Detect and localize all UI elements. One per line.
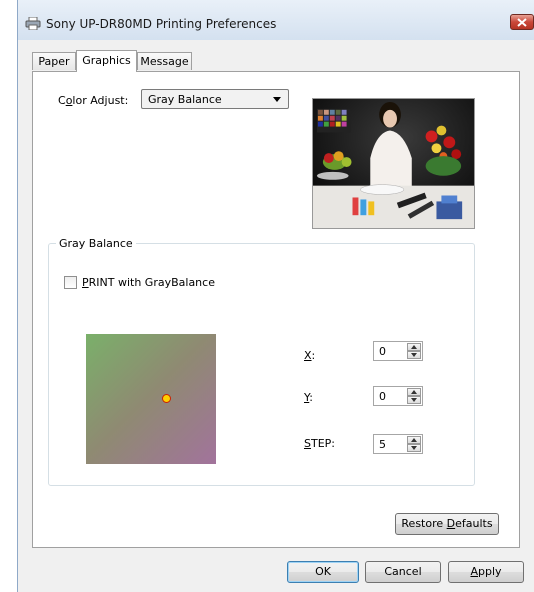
window-title: Sony UP-DR80MD Printing Preferences: [46, 17, 277, 31]
x-increment-button[interactable]: [407, 343, 421, 351]
y-label: Y:: [304, 391, 313, 404]
cancel-button[interactable]: Cancel: [365, 561, 441, 583]
step-decrement-button[interactable]: [407, 444, 421, 452]
x-spinner-buttons: [407, 343, 421, 359]
restore-defaults-button[interactable]: Restore Defaults: [395, 513, 499, 535]
preview-image: [312, 98, 475, 229]
x-spinner[interactable]: 0: [373, 341, 423, 361]
color-adjust-label: Color Adjust:: [58, 94, 129, 107]
x-value: 0: [379, 345, 386, 358]
y-increment-button[interactable]: [407, 388, 421, 396]
x-label: X:: [304, 349, 316, 362]
y-spinner-buttons: [407, 388, 421, 404]
gray-balance-legend: Gray Balance: [56, 237, 136, 250]
color-checker: [316, 108, 351, 133]
tab-graphics[interactable]: Graphics: [76, 50, 137, 72]
step-increment-button[interactable]: [407, 436, 421, 444]
title-bar: Sony UP-DR80MD Printing Preferences: [18, 0, 534, 40]
print-with-graybalance-label[interactable]: PRINT with GrayBalance: [82, 276, 215, 289]
y-spinner[interactable]: 0: [373, 386, 423, 406]
gray-balance-marker[interactable]: [162, 394, 171, 403]
close-icon: [517, 17, 527, 27]
ok-button[interactable]: OK: [287, 561, 359, 583]
close-button[interactable]: [510, 14, 534, 30]
gray-balance-color-pad[interactable]: [86, 334, 216, 464]
color-adjust-select[interactable]: Gray Balance: [141, 89, 289, 109]
tab-message[interactable]: Message: [137, 52, 192, 70]
y-value: 0: [379, 390, 386, 403]
apply-button[interactable]: Apply: [448, 561, 524, 583]
color-adjust-value: Gray Balance: [148, 93, 222, 106]
y-decrement-button[interactable]: [407, 396, 421, 404]
chevron-down-icon: [273, 97, 281, 102]
print-with-graybalance-checkbox[interactable]: [64, 276, 77, 289]
step-value: 5: [379, 438, 386, 451]
step-spinner[interactable]: 5: [373, 434, 423, 454]
step-spinner-buttons: [407, 436, 421, 452]
step-label: STEP:: [304, 437, 335, 450]
printer-icon: [25, 17, 41, 30]
x-decrement-button[interactable]: [407, 351, 421, 359]
tab-paper[interactable]: Paper: [32, 52, 76, 70]
printing-preferences-window: Sony UP-DR80MD Printing Preferences Pape…: [17, 0, 534, 592]
